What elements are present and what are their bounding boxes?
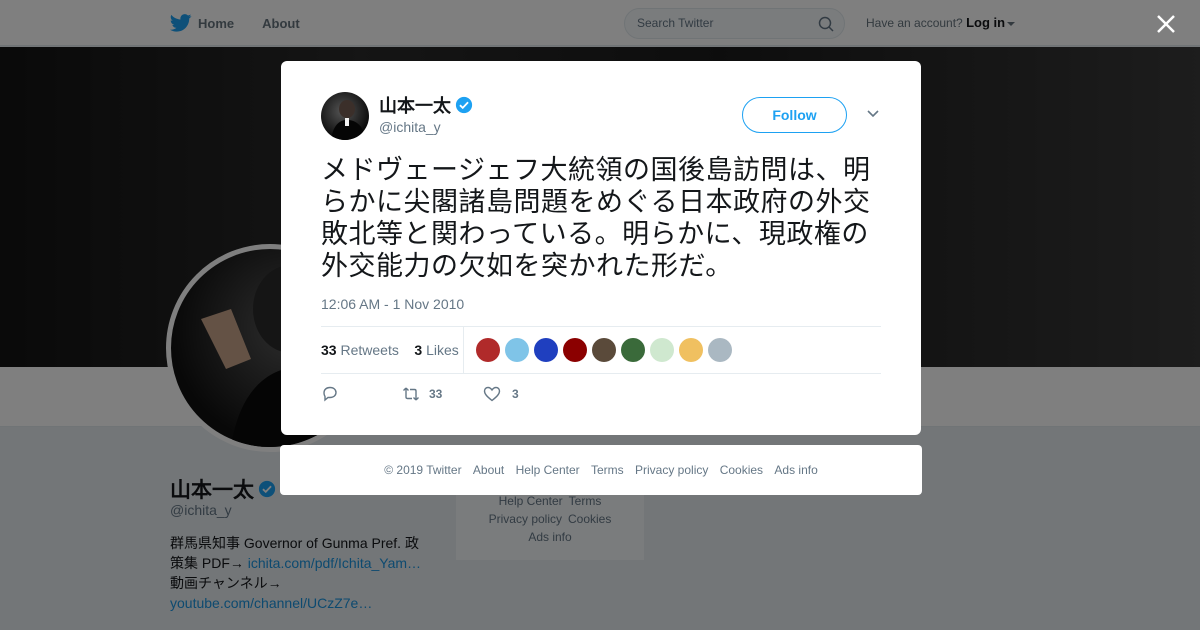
tweet-timestamp[interactable]: 12:06 AM - 1 Nov 2010 (321, 296, 464, 312)
verified-badge-icon (455, 96, 473, 114)
footer-help-center[interactable]: Help Center (516, 463, 580, 477)
tweet-stats: 33 Retweets 3 Likes (321, 326, 881, 374)
likes-label[interactable]: Likes (426, 342, 459, 358)
modal-footer: © 2019 Twitter About Help Center Terms P… (280, 445, 922, 495)
footer-ads-info[interactable]: Ads info (774, 463, 817, 477)
author-handle[interactable]: @ichita_y (379, 119, 441, 135)
footer-terms[interactable]: Terms (591, 463, 624, 477)
stats-counts: 33 Retweets 3 Likes (321, 342, 459, 358)
footer-copyright: © 2019 Twitter (384, 463, 462, 477)
follow-button[interactable]: Follow (742, 97, 847, 133)
footer-cookies[interactable]: Cookies (720, 463, 763, 477)
liker-avatar[interactable] (708, 338, 732, 362)
liker-avatar[interactable] (476, 338, 500, 362)
liker-avatar[interactable] (621, 338, 645, 362)
liker-avatar[interactable] (534, 338, 558, 362)
liker-avatar[interactable] (650, 338, 674, 362)
reply-icon[interactable] (321, 385, 339, 403)
author-photo-image (331, 100, 365, 140)
retweets-count[interactable]: 33 (321, 342, 337, 358)
retweet-icon[interactable] (402, 385, 420, 403)
footer-privacy-policy[interactable]: Privacy policy (635, 463, 708, 477)
likes-count[interactable]: 3 (414, 342, 422, 358)
retweets-label[interactable]: Retweets (340, 342, 398, 358)
heart-icon[interactable] (483, 385, 501, 403)
author-name[interactable]: 山本一太 (379, 92, 473, 118)
likers-avatars (476, 338, 732, 362)
close-icon[interactable] (1155, 13, 1177, 35)
author-name-text: 山本一太 (379, 96, 451, 116)
liker-avatar[interactable] (679, 338, 703, 362)
footer-about[interactable]: About (473, 463, 504, 477)
liker-avatar[interactable] (505, 338, 529, 362)
tweet-text: メドヴェージェフ大統領の国後島訪問は、明らかに尖閣諸島問題をめぐる日本政府の外交… (321, 155, 871, 281)
like-action-count: 3 (512, 387, 519, 401)
liker-avatar[interactable] (563, 338, 587, 362)
reply-action[interactable] (321, 385, 339, 403)
liker-avatar[interactable] (592, 338, 616, 362)
stats-divider (463, 327, 464, 373)
tweet-modal: 山本一太 @ichita_y Follow メドヴェージェフ大統領の国後島訪問は… (281, 61, 921, 435)
author-avatar[interactable] (321, 92, 369, 140)
retweet-action-count: 33 (429, 387, 443, 401)
retweet-action[interactable]: 33 (402, 385, 442, 403)
chevron-down-icon[interactable] (866, 109, 880, 119)
like-action[interactable]: 3 (483, 385, 519, 403)
